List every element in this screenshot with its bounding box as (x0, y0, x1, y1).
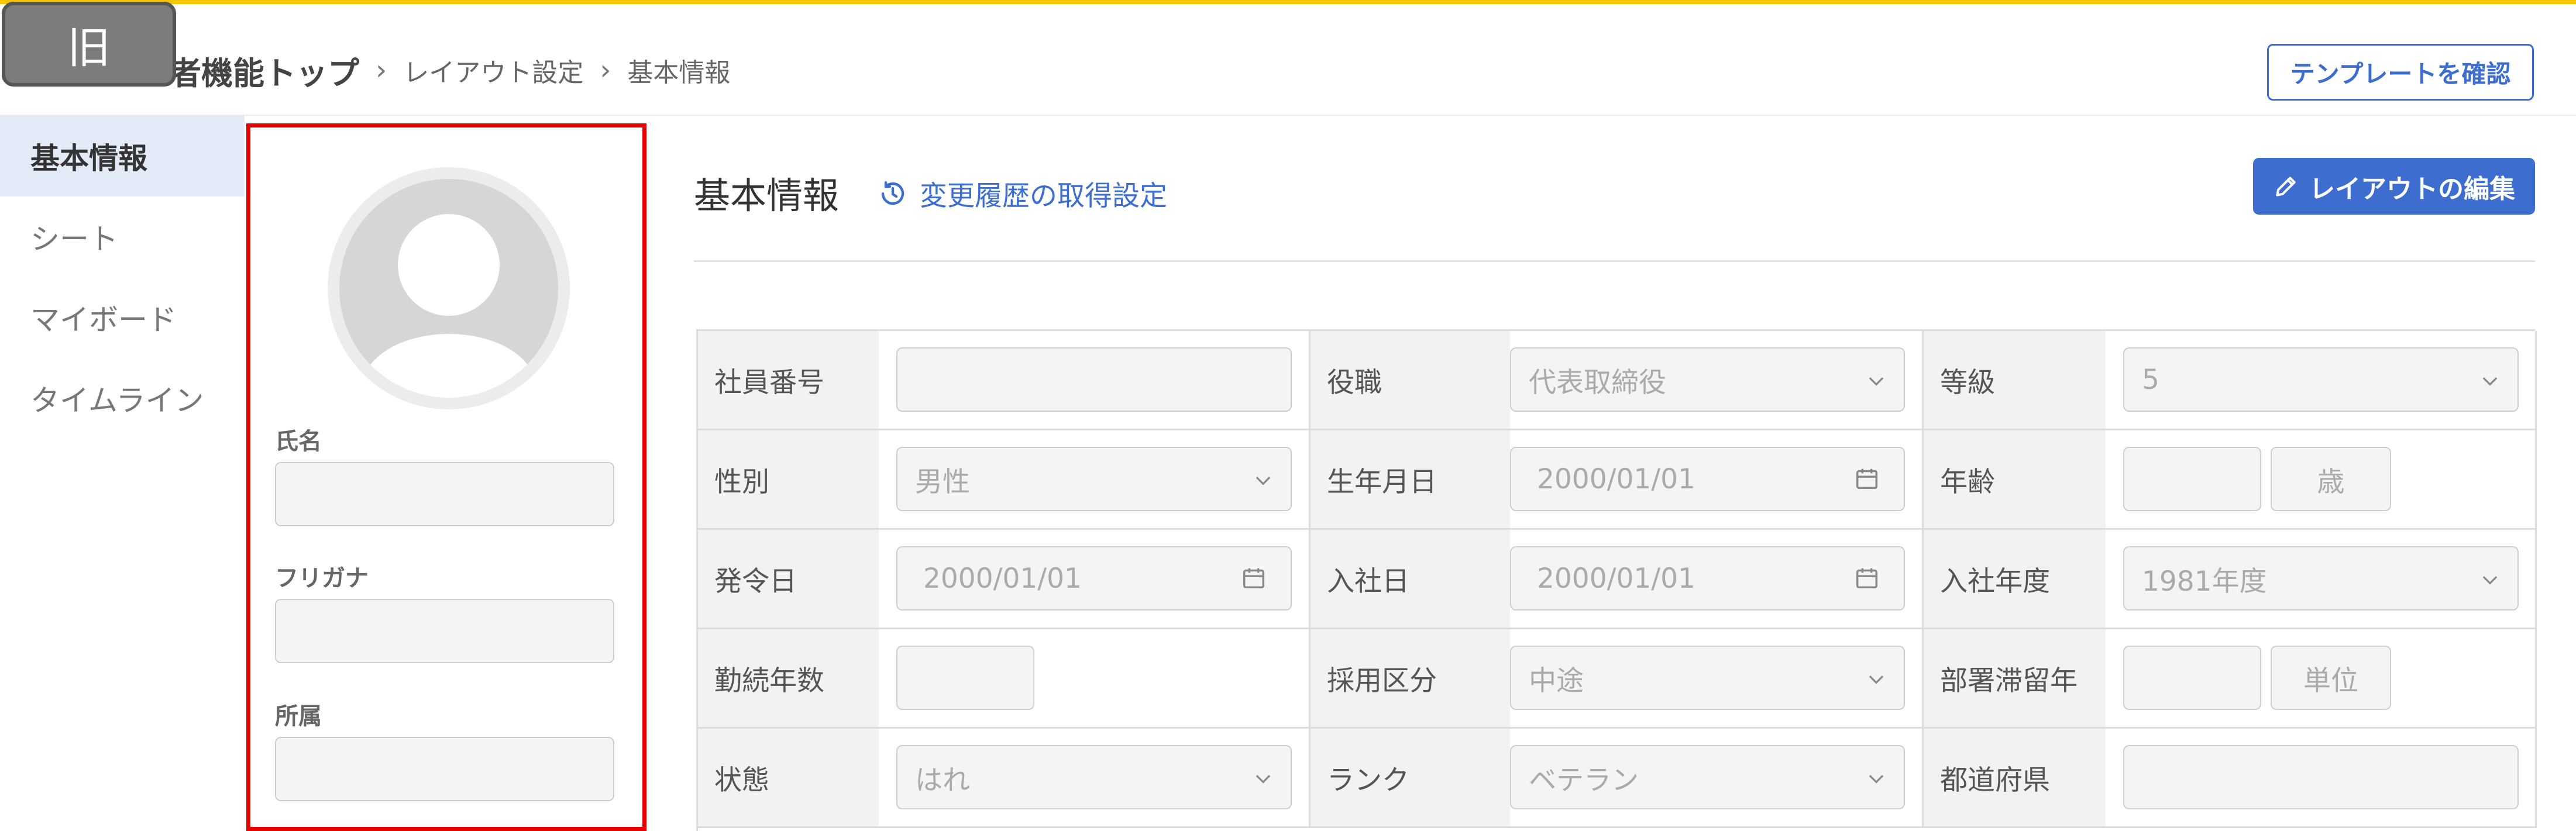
chevron-down-icon (1869, 675, 1884, 684)
history-icon (881, 181, 904, 205)
appointment-date-field[interactable]: 2000/01/01 (896, 546, 1292, 611)
pencil-icon (2276, 176, 2296, 196)
sidebar-item-sheet[interactable]: シート (0, 196, 245, 277)
sidebar-item-timeline[interactable]: タイムライン (0, 358, 245, 439)
chevron-down-icon (2482, 576, 2498, 585)
breadcrumb-separator: › (600, 54, 611, 87)
chevron-down-icon (1869, 377, 1884, 386)
name-label: 氏名 (275, 428, 322, 455)
basic-info-form: 社員番号 役職 代表取締役 等級 5 性別 男性 生年月日 2000/01/01… (696, 329, 2537, 831)
hire-year-label: 入社年度 (1924, 530, 2106, 627)
form-row: 勤続年数 採用区分 中途 部署滞留年 単位 (698, 629, 2537, 729)
birthdate-value: 2000/01/01 (1537, 463, 1695, 495)
calendar-icon[interactable] (1853, 466, 1880, 492)
hiring-type-label: 採用区分 (1311, 629, 1510, 727)
appointment-date-value: 2000/01/01 (923, 562, 1082, 595)
appointment-date-label: 発令日 (698, 530, 879, 627)
kana-field[interactable] (275, 599, 614, 663)
grade-label: 等級 (1924, 331, 2106, 429)
grade-value: 5 (2142, 363, 2159, 396)
header: 者機能トップ › レイアウト設定 › 基本情報 テンプレートを確認 (0, 4, 2576, 116)
grade-select[interactable]: 5 (2123, 347, 2519, 412)
old-version-badge: 旧 (2, 2, 176, 87)
age-unit: 歳 (2271, 447, 2391, 511)
sidebar-item-myboard[interactable]: マイボード (0, 277, 245, 358)
top-accent-line (0, 0, 2576, 4)
profile-panel: 氏名 フリガナ 所属 (246, 123, 646, 831)
form-row: 性別 男性 生年月日 2000/01/01 年齢 歳 (698, 430, 2537, 530)
hire-date-field[interactable]: 2000/01/01 (1510, 546, 1905, 611)
gender-select[interactable]: 男性 (896, 447, 1292, 511)
name-field[interactable] (275, 462, 614, 526)
birthdate-label: 生年月日 (1311, 430, 1510, 528)
change-history-label: 変更履歴の取得設定 (920, 180, 1167, 212)
hire-year-value: 1981年度 (2142, 565, 2267, 598)
department-field[interactable] (275, 737, 614, 801)
sidebar: 基本情報 シート マイボード タイムライン (0, 116, 245, 831)
prefecture-field[interactable] (2123, 745, 2519, 809)
breadcrumb-separator: › (376, 54, 387, 87)
rank-select[interactable]: ベテラン (1510, 745, 1905, 809)
breadcrumb-layout-settings[interactable]: レイアウト設定 (403, 51, 583, 89)
hire-date-value: 2000/01/01 (1537, 562, 1695, 595)
form-row: 社員番号 役職 代表取締役 等級 5 (698, 331, 2537, 430)
avatar-placeholder-icon[interactable] (328, 167, 570, 409)
hiring-type-value: 中途 (1529, 664, 1584, 697)
age-label: 年齢 (1924, 430, 2106, 528)
dept-tenure-label: 部署滞留年 (1924, 629, 2106, 727)
employee-number-label: 社員番号 (698, 331, 879, 429)
position-select[interactable]: 代表取締役 (1510, 347, 1905, 412)
form-row: 状態 はれ ランク ベテラン 都道府県 (698, 729, 2537, 828)
sidebar-item-basic-info[interactable]: 基本情報 (0, 116, 245, 196)
years-of-service-label: 勤続年数 (698, 629, 879, 727)
prefecture-label: 都道府県 (1924, 729, 2106, 826)
title-divider (694, 260, 2535, 262)
hiring-type-select[interactable]: 中途 (1510, 646, 1905, 710)
hire-year-select[interactable]: 1981年度 (2123, 546, 2519, 611)
kana-label: フリガナ (275, 565, 369, 592)
status-value: はれ (915, 764, 970, 796)
position-label: 役職 (1311, 331, 1510, 429)
status-select[interactable]: はれ (896, 745, 1292, 809)
form-row: 発令日 2000/01/01 入社日 2000/01/01 入社年度 1981年… (698, 530, 2537, 629)
check-template-button[interactable]: テンプレートを確認 (2267, 44, 2534, 101)
chevron-down-icon (1869, 775, 1884, 784)
years-of-service-field[interactable] (896, 646, 1034, 710)
calendar-icon[interactable] (1240, 565, 1267, 592)
age-field[interactable] (2123, 447, 2261, 511)
dept-tenure-field[interactable] (2123, 646, 2261, 710)
edit-layout-button[interactable]: レイアウトの編集 (2253, 158, 2535, 215)
dept-tenure-unit: 単位 (2271, 646, 2391, 710)
department-label: 所属 (275, 703, 322, 730)
rank-value: ベテラン (1529, 764, 1639, 796)
position-value: 代表取締役 (1529, 366, 1666, 399)
page-title: 基本情報 (694, 174, 840, 217)
hire-date-label: 入社日 (1311, 530, 1510, 627)
breadcrumb-root[interactable]: 者機能トップ (170, 47, 359, 94)
gender-value: 男性 (915, 466, 970, 498)
calendar-icon[interactable] (1853, 565, 1880, 592)
chevron-down-icon (2482, 377, 2498, 386)
chevron-down-icon (1256, 775, 1271, 784)
chevron-down-icon (1256, 477, 1271, 485)
rank-label: ランク (1311, 729, 1510, 826)
employee-number-field[interactable] (896, 347, 1292, 412)
gender-label: 性別 (698, 430, 879, 528)
birthdate-field[interactable]: 2000/01/01 (1510, 447, 1905, 511)
change-history-settings-link[interactable]: 変更履歴の取得設定 (879, 173, 1167, 213)
status-label: 状態 (698, 729, 879, 826)
breadcrumb: 者機能トップ › レイアウト設定 › 基本情報 (170, 47, 731, 94)
breadcrumb-current: 基本情報 (627, 58, 731, 88)
edit-layout-label: レイアウトの編集 (2309, 174, 2515, 204)
